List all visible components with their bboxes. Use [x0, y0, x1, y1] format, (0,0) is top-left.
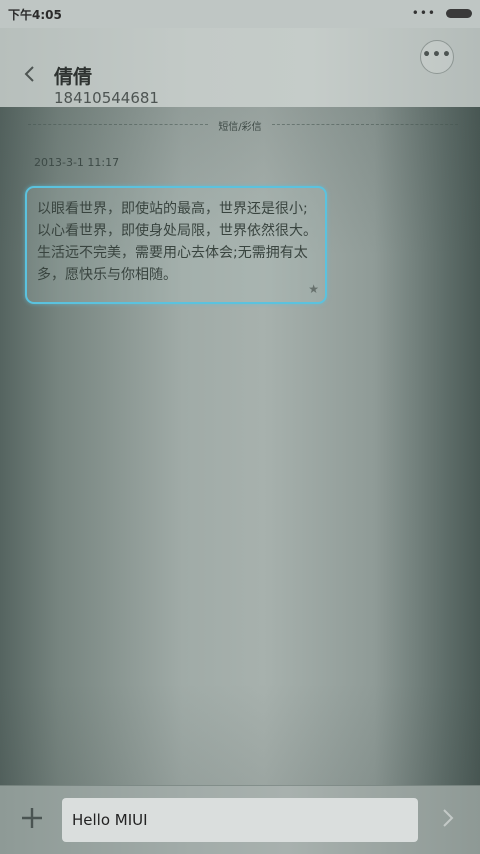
- contact-name: 倩倩: [54, 66, 93, 88]
- signal-icon: •••: [411, 6, 436, 20]
- add-attachment-button[interactable]: [18, 804, 46, 832]
- status-bar: 下午4:05 •••: [0, 0, 480, 28]
- more-options-button[interactable]: •••: [420, 40, 454, 74]
- back-arrow-icon[interactable]: [20, 64, 40, 84]
- divider-line: [28, 124, 208, 125]
- message-timestamp: 2013-3-1 11:17: [34, 156, 120, 169]
- message-bubble[interactable]: 以眼看世界，即使站的最高，世界还是很小;以心看世界，即使身处局限，世界依然很大。…: [25, 186, 327, 304]
- divider-line: [272, 124, 458, 125]
- status-time: 下午4:05: [8, 8, 62, 22]
- message-input[interactable]: [62, 798, 418, 842]
- more-icon: •••: [422, 47, 452, 63]
- star-icon[interactable]: ★: [308, 282, 319, 296]
- battery-icon: [446, 9, 472, 18]
- contact-number: 18410544681: [54, 89, 159, 107]
- message-type-label: 短信/彩信: [218, 122, 262, 133]
- composer-bar: [0, 785, 480, 854]
- conversation-header: 倩倩 18410544681: [0, 28, 480, 107]
- send-arrow-icon[interactable]: [438, 806, 458, 830]
- message-text: 以眼看世界，即使站的最高，世界还是很小;以心看世界，即使身处局限，世界依然很大。…: [37, 201, 317, 283]
